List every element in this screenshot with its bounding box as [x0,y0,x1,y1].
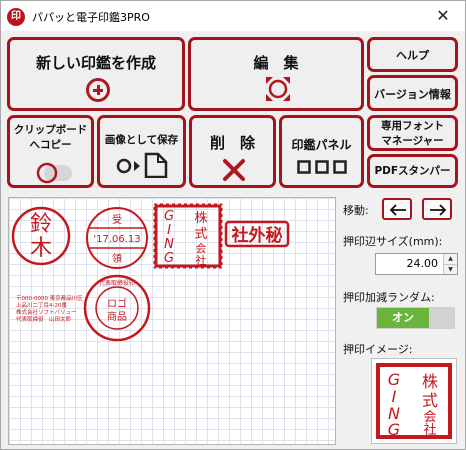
save-image-label: 画像として保存 [104,134,179,146]
stamp-suzuki[interactable]: 鈴 木 [11,206,71,266]
stamp-shagai-hi[interactable]: 社外秘 [224,220,290,248]
shagai-hi-text: 社外秘 [231,225,283,246]
random-pressure-label: 押印加減ランダム: [343,291,435,304]
toggle-on-label: オン [377,308,429,328]
stamp-circle-seal[interactable]: 代表取締役印 ロゴ 商品 [83,274,151,342]
arrow-right-icon [430,204,447,216]
random-pressure-toggle[interactable]: オン [376,307,455,329]
company-char-5: G [164,209,174,224]
preview-char-1: 株 [422,372,438,391]
preview-char-8: G [388,420,400,439]
font-manager-line2: マネージャー [381,135,444,147]
stamp-canvas[interactable]: 鈴 木 受 '17.06.13 領 株 式 会 社 G I N G 社外秘 〒0… [8,197,336,445]
stamp-size-spinner[interactable]: 24.00 ▲ ▼ [375,253,458,275]
date-stamp-bottom: 領 [112,252,122,265]
pdf-stamper-label: PDFスタンパー [374,165,451,177]
create-stamp-label: 新しい印鑑を作成 [35,54,156,72]
spin-up-icon[interactable]: ▲ [443,254,457,264]
company-char-1: 株 [194,211,207,226]
toggle-circle-icon [36,162,72,184]
pdf-stamper-button[interactable]: PDFスタンパー [367,154,458,188]
arrow-left-icon [389,204,406,216]
window-title: パパッと電子印鑑3PRO [32,11,150,24]
company-char-8: G [164,251,174,266]
preview-char-4: 社 [423,422,436,438]
app-window: 印 パパッと電子印鑑3PRO ✕ 新しい印鑑を作成 編 集 ヘルプ バージョン情… [0,0,466,450]
help-button[interactable]: ヘルプ [367,37,458,72]
save-image-button[interactable]: 画像として保存 [97,115,186,188]
company-char-4: 社 [196,253,207,267]
circle-arrow-document-icon [116,152,168,178]
font-manager-line1: 専用フォント [381,120,444,132]
app-logo-icon: 印 [7,8,25,26]
stamp-address[interactable]: 〒000-0000 東京都品川区 上品川二丁目4-20番 株式会社ソフトバリュー… [16,294,83,323]
address-line-4: 代表取締役 山田太郎 [16,315,72,323]
spin-down-icon[interactable]: ▼ [443,264,457,274]
three-squares-icon [297,160,347,174]
stamp-panel-button[interactable]: 印鑑パネル [279,115,364,188]
move-label: 移動: [343,204,369,217]
stamp-company-square[interactable]: 株 式 会 社 G I N G [153,203,223,269]
move-right-button[interactable] [422,198,452,220]
circle-seal-ring: 代表取締役印 [99,279,135,287]
stamp-image-label: 押印イメージ: [343,343,413,356]
suzuki-char-2: 木 [30,236,52,261]
copy-clipboard-button[interactable]: クリップボード へコピー [7,115,94,188]
company-char-7: N [164,237,174,252]
circle-seal-center-2: 商品 [107,310,127,323]
suzuki-char-1: 鈴 [30,212,52,237]
stamp-preview: 株 式 会 社 G I N G [371,358,457,444]
close-button[interactable]: ✕ [421,1,465,31]
delete-label: 削 除 [209,134,255,152]
company-char-2: 式 [194,227,207,242]
delete-button[interactable]: 削 除 [189,115,276,188]
address-line-2: 上品川二丁目4-20番 [16,301,67,309]
date-stamp-date: '17.06.13 [93,234,140,245]
target-frame-icon [266,77,290,101]
preview-char-2: 式 [422,391,438,410]
toggle-knob[interactable] [429,308,454,328]
edit-button[interactable]: 編 集 [188,37,364,111]
title-bar: 印 パパッと電子印鑑3PRO ✕ [1,1,465,31]
edit-label: 編 集 [253,54,299,72]
version-info-label: バージョン情報 [374,88,451,101]
circle-plus-icon [86,78,110,102]
company-char-6: I [167,223,171,238]
stamp-size-value[interactable]: 24.00 [376,254,442,274]
circle-seal-center-1: ロゴ [107,297,127,310]
move-left-button[interactable] [382,198,412,220]
stamp-panel-label: 印鑑パネル [291,138,352,152]
version-info-button[interactable]: バージョン情報 [367,75,458,111]
help-label: ヘルプ [396,49,429,62]
copy-clipboard-line2: へコピー [29,139,72,151]
font-manager-button[interactable]: 専用フォント マネージャー [367,115,458,151]
address-line-1: 〒000-0000 東京都品川区 [16,294,83,302]
x-mark-icon [223,159,245,181]
copy-clipboard-line1: クリップボード [13,124,88,136]
address-line-3: 株式会社ソフトバリュー [16,308,77,316]
date-stamp-top: 受 [112,214,122,226]
create-stamp-button[interactable]: 新しい印鑑を作成 [7,37,185,111]
stamp-size-label: 押印辺サイズ(mm): [343,235,443,248]
stamp-date[interactable]: 受 '17.06.13 領 [86,207,148,269]
